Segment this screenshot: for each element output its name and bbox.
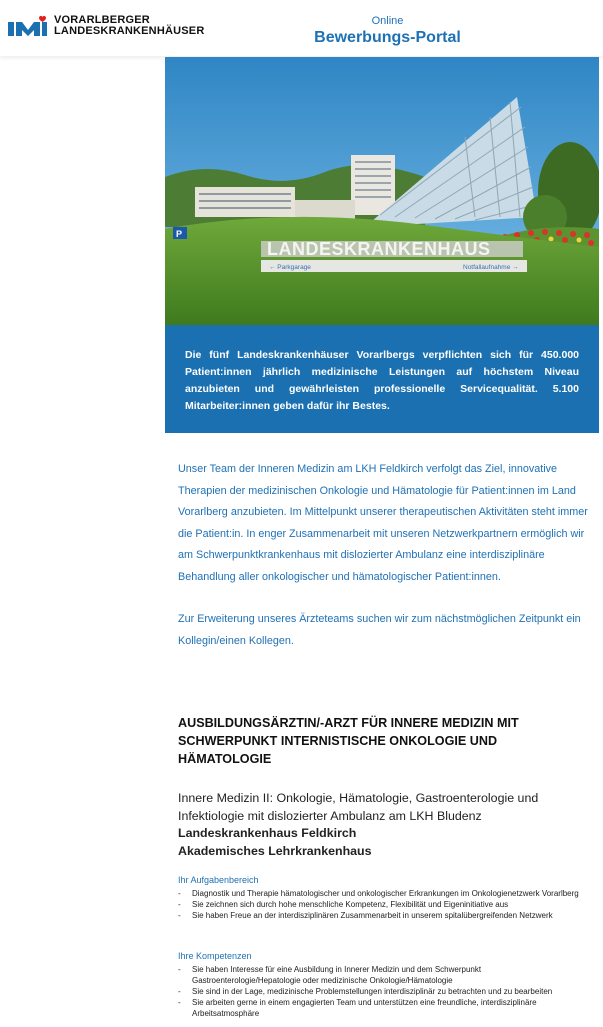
logo[interactable]: VORARLBERGER LANDESKRANKENHÄUSER (8, 14, 204, 38)
academic-label: Akademisches Lehrkrankenhaus (178, 843, 372, 858)
logo-text: VORARLBERGER LANDESKRANKENHÄUSER (54, 15, 204, 37)
job-title: AUSBILDUNGSÄRZTIN/-ARZT FÜR INNERE MEDIZ… (178, 716, 519, 766)
sign-parkgarage: ← Parkgarage (269, 264, 311, 271)
svg-text:P: P (176, 229, 182, 239)
hospital-photo: P LANDESKRANKENHAUS ← Parkgarage Notfall… (165, 57, 599, 325)
list-item: Sie arbeiten gerne in einem engagierten … (178, 997, 590, 1019)
job-department: Innere Medizin II: Onkologie, Hämatologi… (178, 790, 588, 860)
intro-paragraph-1: Unser Team der Inneren Medizin am LKH Fe… (178, 463, 588, 583)
intro-paragraph-2: Zur Erweiterung unseres Ärzteteams suche… (178, 613, 581, 647)
portal-title-main: Bewerbungs-Portal (314, 29, 461, 46)
logo-mark-icon (8, 14, 48, 38)
sign-notfall: Notfallaufnahme → (463, 264, 519, 271)
tasks-section: Ihr Aufgabenbereich Diagnostik und Thera… (178, 874, 590, 921)
list-item: Sie haben Interesse für eine Ausbildung … (178, 964, 590, 986)
portal-title: Online Bewerbungs-Portal (300, 15, 475, 48)
portal-title-small: Online (371, 15, 404, 27)
list-item: Sie sind in der Lage, medizinische Probl… (178, 986, 590, 997)
department-line: Innere Medizin II: Onkologie, Hämatologi… (178, 791, 539, 823)
skills-section: Ihre Kompetenzen Sie haben Interesse für… (178, 950, 590, 1019)
list-item: Sie haben Freue an der interdisziplinäre… (178, 910, 590, 921)
skills-heading: Ihre Kompetenzen (178, 951, 252, 961)
intro-text: Unser Team der Inneren Medizin am LKH Fe… (178, 459, 588, 673)
list-item: Sie zeichnen sich durch hohe menschliche… (178, 899, 590, 910)
list-item: Diagnostik und Therapie hämatologischer … (178, 888, 590, 899)
skills-list: Sie haben Interesse für eine Ausbildung … (178, 964, 590, 1019)
site-header: VORARLBERGER LANDESKRANKENHÄUSER Online … (0, 0, 603, 56)
hospital-name: Landeskrankenhaus Feldkirch (178, 826, 357, 840)
logo-line-2: LANDESKRANKENHÄUSER (54, 25, 205, 37)
intro-banner-text: Die fünf Landeskrankenhäuser Vorarlbergs… (185, 349, 579, 412)
intro-banner: Die fünf Landeskrankenhäuser Vorarlbergs… (165, 325, 599, 433)
tasks-heading: Ihr Aufgabenbereich (178, 875, 259, 885)
tasks-list: Diagnostik und Therapie hämatologischer … (178, 888, 590, 921)
